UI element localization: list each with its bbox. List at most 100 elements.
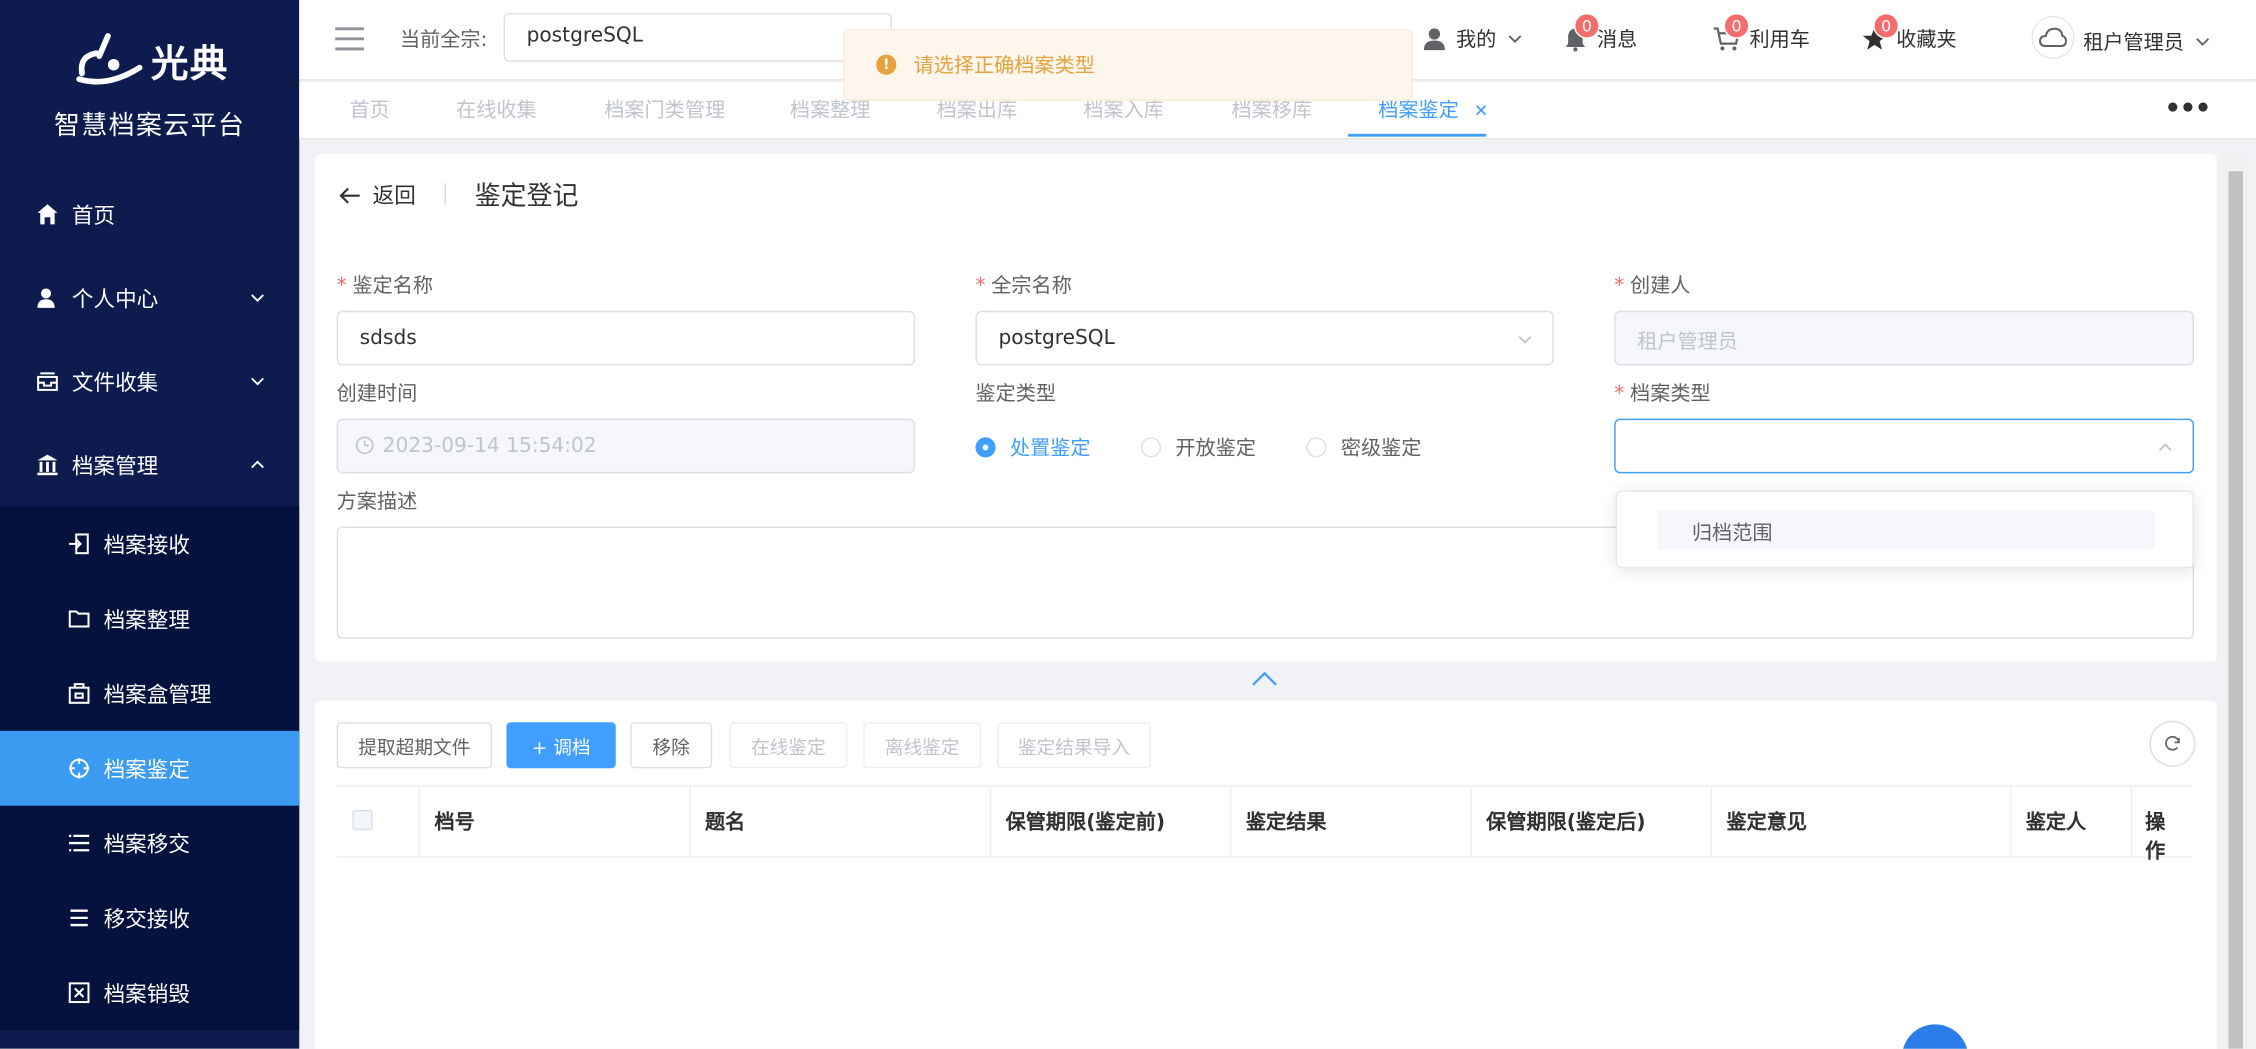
back-button[interactable]: 返回 (338, 180, 416, 210)
scrollbar-thumb[interactable] (2228, 171, 2243, 1049)
menu-item-archive-management[interactable]: 档案管理 (0, 423, 299, 506)
chevron-down-icon (1508, 35, 1522, 44)
tenant-user-menu[interactable]: 租户管理员 (2031, 15, 2212, 59)
extract-overdue-button[interactable]: 提取超期文件 (336, 722, 493, 769)
cart-button[interactable]: 0 利用车 (1712, 12, 1810, 53)
chevron-down-icon (251, 294, 264, 303)
active-tab-indicator (1348, 133, 1487, 137)
chevron-up-icon (251, 460, 264, 469)
menu-item-label: 首页 (71, 202, 116, 229)
archive-type-label: * 档案类型 (1614, 382, 1711, 406)
retrieve-archive-button[interactable]: + 调档 (506, 722, 616, 769)
current-fond-select[interactable]: postgreSQL (503, 12, 892, 62)
menu-item-personal[interactable]: 个人中心 (0, 256, 299, 339)
hamburger-icon[interactable] (334, 24, 366, 53)
column-header[interactable]: 鉴定意见 (1712, 786, 2012, 857)
sidebar-item-box[interactable]: 档案盒管理 (0, 656, 299, 731)
close-icon[interactable]: ✕ (1474, 101, 1488, 121)
radio-classification[interactable]: 密级鉴定 (1306, 433, 1421, 462)
favorites-button[interactable]: 0 收藏夹 (1862, 12, 1957, 53)
mine-menu[interactable]: 我的 (1421, 24, 1525, 53)
logo-text: 光典 (151, 42, 229, 86)
refresh-icon (2165, 735, 2180, 751)
fond-name-value: postgreSQL (998, 326, 1115, 350)
column-header[interactable]: 操作 (2132, 787, 2192, 863)
bank-icon (35, 452, 61, 478)
divider (444, 182, 446, 206)
radio-disposal[interactable]: 处置鉴定 (975, 433, 1091, 462)
chevron-down-icon (2196, 38, 2210, 46)
back-label: 返回 (372, 182, 416, 209)
radio-open[interactable]: 开放鉴定 (1140, 433, 1256, 462)
menu-item-collection[interactable]: 文件收集 (0, 340, 299, 423)
appraisal-name-input[interactable]: sdsds (336, 310, 916, 366)
online-appraisal-button[interactable]: 在线鉴定 (729, 722, 848, 769)
sidebar-item-label: 档案移交 (103, 830, 190, 857)
favorites-badge: 0 (1873, 12, 1900, 39)
fond-name-label: * 全宗名称 (975, 274, 1072, 298)
messages-label: 消息 (1596, 28, 1638, 52)
logo-icon (76, 33, 143, 85)
refresh-button[interactable] (2149, 720, 2196, 767)
submenu-archive: 档案接收 档案整理 档案盒管理 档案鉴定 档案移交 移交接收 档案销毁 (0, 506, 300, 1031)
sidebar-item-appraisal[interactable]: 档案鉴定 (0, 730, 300, 806)
column-header[interactable]: 保管期限(鉴定后) (1472, 786, 1713, 857)
target-icon (66, 755, 92, 781)
tab-home[interactable]: 首页 (350, 95, 390, 124)
sidebar-item-organize[interactable]: 档案整理 (0, 581, 299, 656)
remove-button[interactable]: 移除 (630, 722, 713, 769)
collapse-up-icon[interactable] (1252, 670, 1278, 687)
sidebar-item-destroy[interactable]: 档案销毁 (0, 955, 299, 1030)
page-scrollbar[interactable] (2225, 153, 2246, 1049)
sidebar-item-label: 档案销毁 (103, 980, 190, 1007)
column-header[interactable]: 鉴定人 (2011, 786, 2133, 857)
tab-category-management[interactable]: 档案门类管理 (604, 95, 725, 124)
sidebar-item-label: 档案接收 (103, 531, 190, 558)
receive-icon (66, 531, 92, 557)
archive-type-select[interactable] (1614, 418, 2195, 474)
menu-item-label: 文件收集 (71, 369, 159, 395)
sidebar-item-transfer[interactable]: 档案移交 (0, 806, 299, 881)
column-header[interactable]: 保管期限(鉴定前) (991, 786, 1232, 857)
appraisal-form-card: 返回 鉴定登记 * 鉴定名称 sdsds * 全宗名称 postgreSQL * 创建… (315, 153, 2218, 662)
fond-name-select[interactable]: postgreSQL (975, 310, 1554, 366)
radio-dot (975, 437, 996, 458)
current-fond-label: 当前全宗: (399, 28, 488, 52)
inbox-icon (35, 368, 61, 394)
created-time-input: 2023-09-14 15:54:02 (336, 418, 916, 474)
cart-badge: 0 (1723, 12, 1750, 39)
appraisal-table-card: 提取超期文件 + 调档 移除 在线鉴定 离线鉴定 鉴定结果导入 档号 题名 保管… (315, 700, 2218, 1049)
sidebar-item-label: 档案整理 (103, 606, 190, 633)
column-header[interactable]: 档号 (420, 786, 691, 857)
sidebar-item-receive[interactable]: 档案接收 (0, 506, 299, 581)
messages-badge: 0 (1573, 12, 1600, 39)
more-icon[interactable]: ••• (2165, 94, 2212, 124)
import-results-button[interactable]: 鉴定结果导入 (997, 722, 1151, 769)
select-all-checkbox[interactable] (352, 809, 373, 831)
sidebar-item-label: 移交接收 (103, 905, 190, 932)
box-icon (66, 681, 92, 707)
sidebar-item-label: 档案鉴定 (103, 756, 190, 782)
arrow-left-icon (339, 186, 360, 203)
sidebar-item-transfer-receive[interactable]: 移交接收 (0, 880, 299, 955)
offline-appraisal-button[interactable]: 离线鉴定 (863, 722, 982, 769)
description-label: 方案描述 (336, 490, 418, 514)
archive-type-dropdown: 归档范围 (1615, 490, 2195, 569)
tab-online-collection[interactable]: 在线收集 (456, 95, 537, 124)
warning-toast: ! 请选择正确档案类型 (843, 28, 1413, 101)
user-icon (35, 285, 61, 311)
creator-label: * 创建人 (1614, 274, 1691, 298)
logo: 光典 智慧档案云平台 (0, 0, 299, 173)
sidebar: 光典 智慧档案云平台 首页 个人中心 文件收集 档案管理 档案接收 档案整理 档… (0, 0, 300, 1049)
menu-item-home[interactable]: 首页 (0, 173, 299, 256)
column-header[interactable]: 题名 (691, 786, 992, 857)
select-all-cell (337, 786, 421, 857)
list-icon (66, 905, 92, 931)
chevron-up-icon (2158, 443, 2172, 451)
messages-button[interactable]: 0 消息 (1562, 12, 1638, 53)
table-header: 档号 题名 保管期限(鉴定前) 鉴定结果 保管期限(鉴定后) 鉴定意见 鉴定人 … (336, 785, 2193, 863)
column-header[interactable]: 鉴定结果 (1232, 786, 1472, 857)
warning-icon: ! (876, 54, 897, 75)
user-name: 租户管理员 (2083, 31, 2184, 55)
dropdown-option[interactable]: 归档范围 (1657, 510, 2156, 550)
